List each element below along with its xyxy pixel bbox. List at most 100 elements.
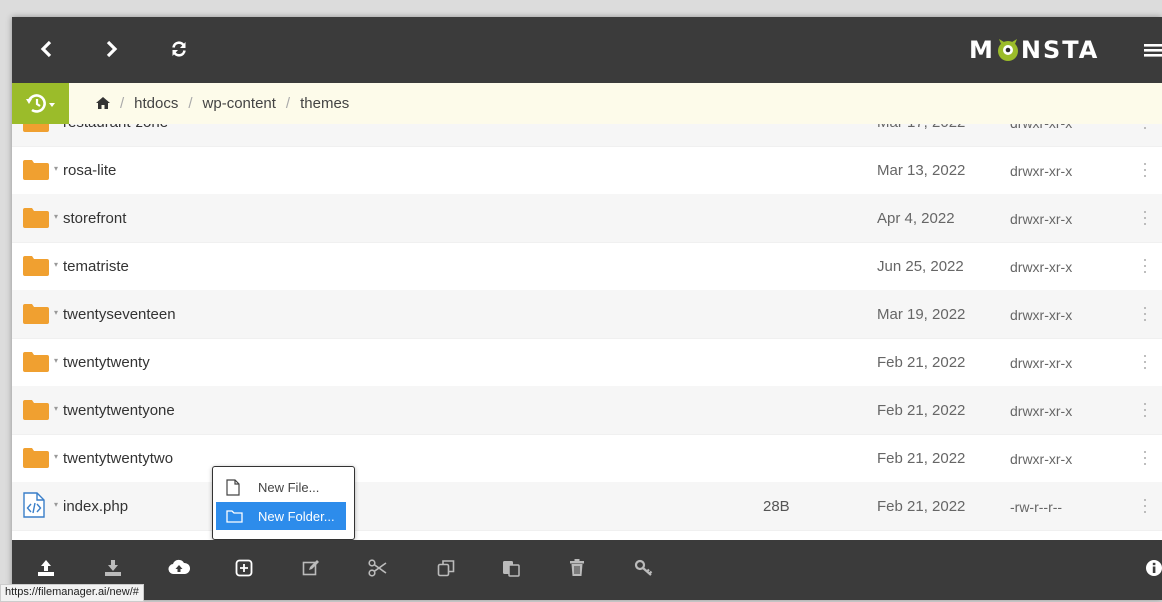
new-item-button[interactable] [232,556,256,580]
cut-icon [368,559,387,577]
row-actions-kebab-icon[interactable] [1139,208,1151,228]
row-actions-kebab-icon[interactable] [1139,448,1151,468]
caret-down-icon[interactable]: ▾ [54,500,58,509]
breadcrumb-separator: / [188,95,193,112]
file-name[interactable]: twentytwenty [63,354,150,371]
row-actions-kebab-icon[interactable] [1139,400,1151,420]
back-button[interactable] [31,34,61,64]
file-date: Mar 17, 2022 [877,124,965,131]
folder-icon-wrap [23,304,49,329]
status-bar-url: https://filemanager.ai/new/# [0,584,144,602]
folder-icon [23,400,49,420]
file-permissions: -rw-r--r-- [1010,499,1063,515]
cut-button[interactable] [366,556,390,580]
file-row[interactable]: ▾ twentytwenty Feb 21, 2022 drwxr-xr-x [12,338,1162,387]
file-row[interactable]: ▾ twentyseventeen Mar 19, 2022 drwxr-xr-x [12,290,1162,339]
copy-button[interactable] [434,556,458,580]
file-permissions: drwxr-xr-x [1010,307,1073,323]
hamburger-icon [1144,44,1162,57]
breadcrumb-home[interactable] [96,95,110,113]
row-actions-kebab-icon[interactable] [1139,496,1151,516]
file-name[interactable]: rosa-lite [63,162,116,179]
file-row[interactable]: ▾ storefront Apr 4, 2022 drwxr-xr-x [12,194,1162,243]
row-actions-kebab-icon[interactable] [1139,160,1151,180]
edit-button[interactable] [299,556,323,580]
folder-icon [23,352,49,372]
caret-down-icon[interactable]: ▾ [54,356,58,365]
file-name[interactable]: twentytwentytwo [63,450,173,467]
file-icon-wrap [23,492,45,523]
breadcrumb: / htdocs / wp-content / themes [96,83,349,124]
monster-mascot-icon [997,39,1018,61]
file-name[interactable]: tematriste [63,258,129,275]
row-actions-kebab-icon[interactable] [1139,304,1151,324]
row-actions-kebab-icon[interactable] [1139,124,1151,132]
forward-button[interactable] [97,34,127,64]
file-date: Mar 19, 2022 [877,306,966,323]
refresh-button[interactable] [164,34,194,64]
file-date: Feb 21, 2022 [877,402,966,419]
file-outline-icon [226,478,240,496]
file-name[interactable]: twentytwentyone [63,402,175,419]
copy-icon [437,560,455,577]
main-menu-button[interactable] [1140,37,1162,63]
file-date: Feb 21, 2022 [877,450,966,467]
history-icon [25,93,55,113]
permissions-button[interactable] [632,556,656,580]
top-navigation-bar: M NSTA [12,17,1162,83]
chevron-right-icon [106,40,118,58]
file-row[interactable]: ▾ index.php 28B Feb 21, 2022 -rw-r--r-- [12,482,1162,531]
file-permissions: drwxr-xr-x [1010,451,1073,467]
refresh-icon [172,41,186,57]
folder-icon-wrap [23,160,49,185]
delete-button[interactable] [565,556,589,580]
breadcrumb-item-wp-content[interactable]: wp-content [203,95,276,112]
chevron-left-icon [40,40,52,58]
file-date: Mar 13, 2022 [877,162,966,179]
file-name[interactable]: restaurant-zone [63,124,168,131]
row-actions-kebab-icon[interactable] [1139,352,1151,372]
caret-down-icon[interactable]: ▾ [54,164,58,173]
new-file-menu-item[interactable]: New File... [216,473,346,501]
folder-icon-wrap [23,124,49,137]
file-name[interactable]: twentyseventeen [63,306,176,323]
breadcrumb-bar: / htdocs / wp-content / themes [12,83,1162,125]
file-name[interactable]: storefront [63,210,126,227]
paste-button[interactable] [499,556,523,580]
caret-down-icon[interactable]: ▾ [54,260,58,269]
file-permissions: drwxr-xr-x [1010,403,1073,419]
file-row[interactable]: ▾ restaurant-zone Mar 17, 2022 drwxr-xr-x [12,124,1162,147]
remote-fetch-button[interactable] [167,556,191,580]
caret-down-icon[interactable]: ▾ [54,404,58,413]
file-date: Jun 25, 2022 [877,258,964,275]
file-name[interactable]: index.php [63,498,128,515]
caret-down-icon[interactable]: ▾ [54,308,58,317]
new-file-label: New File... [258,479,320,495]
row-actions-kebab-icon[interactable] [1139,256,1151,276]
info-button[interactable] [1142,556,1162,580]
breadcrumb-item-themes[interactable]: themes [300,95,349,112]
new-item-icon [235,559,253,577]
file-date: Feb 21, 2022 [877,354,966,371]
breadcrumb-item-htdocs[interactable]: htdocs [134,95,178,112]
caret-down-icon[interactable]: ▾ [54,212,58,221]
folder-icon-wrap [23,448,49,473]
cloud-upload-icon [168,559,190,575]
file-permissions: drwxr-xr-x [1010,259,1073,275]
file-permissions: drwxr-xr-x [1010,124,1072,131]
folder-icon [23,208,49,228]
folder-icon [23,304,49,324]
folder-icon-wrap [23,352,49,377]
folder-outline-icon [226,510,243,523]
caret-down-icon[interactable]: ▾ [54,452,58,461]
download-button[interactable] [101,556,125,580]
upload-button[interactable] [34,556,58,580]
file-row[interactable]: ▾ twentytwentyone Feb 21, 2022 drwxr-xr-x [12,386,1162,435]
new-folder-menu-item[interactable]: New Folder... [216,502,346,530]
file-permissions: drwxr-xr-x [1010,355,1073,371]
file-row[interactable]: ▾ rosa-lite Mar 13, 2022 drwxr-xr-x [12,146,1162,195]
caret-down-icon[interactable]: ▾ [54,124,58,125]
file-row[interactable]: ▾ twentytwentytwo Feb 21, 2022 drwxr-xr-x [12,434,1162,483]
file-row[interactable]: ▾ tematriste Jun 25, 2022 drwxr-xr-x [12,242,1162,291]
history-button[interactable] [12,83,69,124]
